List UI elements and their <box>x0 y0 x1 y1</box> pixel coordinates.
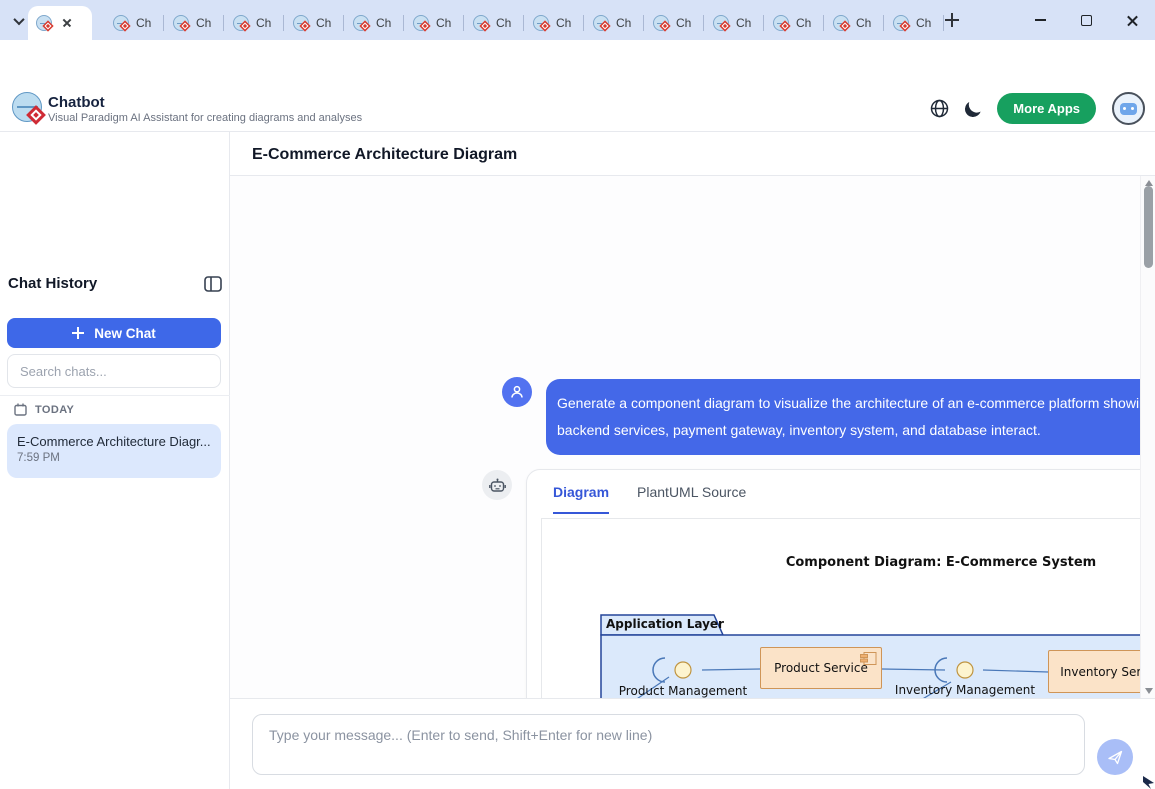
message-input[interactable] <box>252 714 1085 775</box>
close-button[interactable] <box>1109 0 1155 40</box>
background-tabs: Ch Ch Ch Ch Ch Ch Ch Ch Ch Ch Ch Ch Ch C… <box>104 6 944 40</box>
browser-tab[interactable]: Ch <box>464 6 524 40</box>
component-product-service[interactable]: Product Service <box>760 647 882 689</box>
site-favicon-icon <box>773 15 789 31</box>
minimize-icon <box>1035 19 1046 21</box>
send-plane-icon <box>1107 749 1124 766</box>
diagram-title: Component Diagram: E-Commerce System <box>542 555 1140 570</box>
site-favicon-icon <box>473 15 489 31</box>
new-chat-label: New Chat <box>94 326 156 341</box>
app-tagline: Visual Paradigm AI Assistant for creatin… <box>48 112 362 124</box>
new-chat-button[interactable]: New Chat <box>7 318 221 348</box>
site-favicon-icon <box>893 15 909 31</box>
site-favicon-icon <box>113 15 129 31</box>
calendar-icon <box>14 403 27 416</box>
site-favicon-icon <box>173 15 189 31</box>
person-icon <box>509 384 525 400</box>
assistant-response-card: Diagram PlantUML Source <box>526 469 1140 698</box>
browser-tab[interactable]: Ch <box>164 6 224 40</box>
browser-tab[interactable]: Ch <box>584 6 644 40</box>
tab-search-button[interactable] <box>8 10 30 32</box>
scrollbar-thumb[interactable] <box>1144 186 1153 268</box>
browser-tab[interactable]: Ch <box>824 6 884 40</box>
robot-icon <box>489 478 506 493</box>
chat-history-item[interactable]: E-Commerce Architecture Diagr... 7:59 PM <box>7 424 221 478</box>
browser-tab[interactable]: Ch <box>884 6 944 40</box>
site-favicon-icon <box>593 15 609 31</box>
component-icon <box>860 652 877 665</box>
browser-tab[interactable]: Ch <box>224 6 284 40</box>
user-avatar <box>502 377 532 407</box>
chevron-down-icon <box>13 14 24 25</box>
site-favicon-icon <box>653 15 669 31</box>
plus-icon <box>72 327 84 339</box>
site-favicon-icon <box>833 15 849 31</box>
sidebar: Chat History New Chat TODAY E-Commerce A… <box>0 132 230 789</box>
site-favicon-icon <box>293 15 309 31</box>
user-message-bubble: Generate a component diagram to visualiz… <box>546 379 1140 455</box>
tab-diagram[interactable]: Diagram <box>553 484 609 514</box>
diagram-canvas[interactable]: Component Diagram: E-Commerce System App… <box>542 519 1140 698</box>
chat-history-title: Chat History <box>8 275 97 292</box>
minimize-button[interactable] <box>1017 0 1063 40</box>
site-favicon-icon <box>713 15 729 31</box>
visual-paradigm-logo <box>12 92 42 122</box>
send-button[interactable] <box>1097 739 1133 775</box>
browser-tab[interactable]: Ch <box>284 6 344 40</box>
site-favicon-icon <box>36 15 52 31</box>
package-application-layer-label: Application Layer <box>606 617 724 631</box>
dark-mode-icon[interactable] <box>964 99 983 118</box>
result-tabs: Diagram PlantUML Source <box>553 484 746 514</box>
close-icon <box>1126 14 1139 27</box>
mouse-cursor <box>1143 776 1155 789</box>
new-tab-button[interactable] <box>942 10 962 30</box>
collapse-sidebar-icon[interactable] <box>204 276 222 292</box>
browser-toolbar: ai-toolbox.visual-paradigm.com/app/chatb… <box>0 40 1155 85</box>
page-title: E-Commerce Architecture Diagram <box>252 146 517 164</box>
chat-scroll-area[interactable]: Generate a component diagram to visualiz… <box>230 176 1140 698</box>
history-section-label: TODAY <box>35 404 74 416</box>
tab-close-icon[interactable] <box>60 16 74 30</box>
search-chats-input[interactable] <box>7 354 221 388</box>
scroll-down-arrow[interactable] <box>1145 688 1153 694</box>
site-favicon-icon <box>233 15 249 31</box>
interface-product-management-label: Product Management <box>619 684 747 698</box>
tab-plantuml-source[interactable]: PlantUML Source <box>637 484 746 514</box>
browser-tab[interactable]: Ch <box>764 6 824 40</box>
robot-face-icon <box>1120 103 1137 115</box>
sidebar-divider <box>0 395 230 396</box>
browser-tab-strip: Ch Ch Ch Ch Ch Ch Ch Ch Ch Ch Ch Ch Ch C… <box>0 0 1155 40</box>
browser-tab[interactable]: Ch <box>644 6 704 40</box>
interface-inventory-management-label: Inventory Management <box>895 683 1035 697</box>
browser-tab[interactable]: Ch <box>104 6 164 40</box>
window-controls <box>1017 0 1155 40</box>
maximize-icon <box>1081 15 1092 26</box>
chat-item-title: E-Commerce Architecture Diagr... <box>17 434 211 449</box>
site-favicon-icon <box>413 15 429 31</box>
browser-tab[interactable]: Ch <box>344 6 404 40</box>
diagram-container: Component Diagram: E-Commerce System App… <box>541 518 1140 698</box>
chat-scrollbar[interactable] <box>1140 176 1155 698</box>
component-inventory-service[interactable]: Inventory Service <box>1048 650 1140 693</box>
browser-tab[interactable]: Ch <box>524 6 584 40</box>
plus-icon <box>942 10 962 30</box>
active-browser-tab[interactable] <box>28 6 92 40</box>
app-title: Chatbot <box>48 94 105 111</box>
site-favicon-icon <box>353 15 369 31</box>
chatbot-avatar-badge[interactable] <box>1112 92 1145 125</box>
chat-item-time: 7:59 PM <box>17 452 211 464</box>
site-favicon-icon <box>533 15 549 31</box>
maximize-button[interactable] <box>1063 0 1109 40</box>
language-globe-icon[interactable] <box>930 99 949 118</box>
assistant-avatar <box>482 470 512 500</box>
browser-tab[interactable]: Ch <box>704 6 764 40</box>
browser-tab[interactable]: Ch <box>404 6 464 40</box>
more-apps-button[interactable]: More Apps <box>997 93 1096 124</box>
